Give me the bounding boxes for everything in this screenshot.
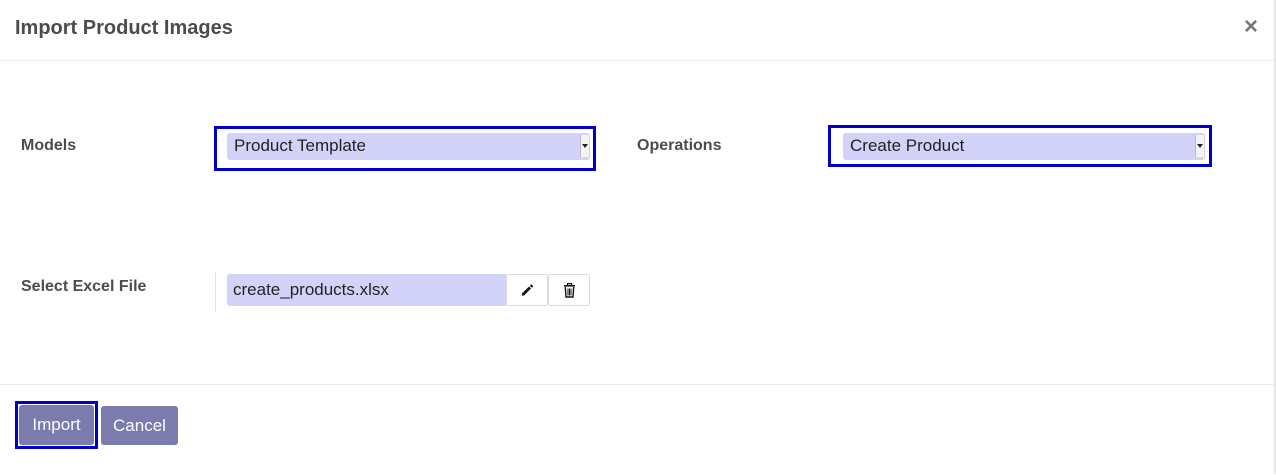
dialog-header: Import Product Images ×	[0, 0, 1274, 61]
cancel-button[interactable]: Cancel	[101, 406, 178, 445]
dialog-title: Import Product Images	[15, 17, 233, 39]
dropdown-arrow-icon	[580, 135, 589, 157]
import-button[interactable]: Import	[19, 405, 94, 445]
delete-file-button[interactable]	[548, 274, 590, 306]
operations-select[interactable]: Create Product	[843, 133, 1205, 160]
dropdown-arrow-icon	[1195, 135, 1204, 157]
pencil-icon	[522, 284, 534, 296]
edit-file-button[interactable]	[506, 274, 548, 306]
close-icon[interactable]: ×	[1244, 14, 1258, 40]
models-label: Models	[21, 137, 77, 154]
operations-select-value: Create Product	[850, 136, 965, 155]
excel-file-label: Select Excel File	[21, 278, 147, 295]
dialog-footer	[0, 384, 1274, 475]
import-product-images-dialog: Import Product Images × Models Product T…	[0, 0, 1274, 474]
excel-file-input[interactable]: create_products.xlsx	[227, 274, 506, 306]
field-divider	[215, 272, 216, 312]
trash-icon	[563, 282, 575, 298]
operations-label: Operations	[637, 137, 722, 154]
models-select[interactable]: Product Template	[227, 133, 590, 160]
models-select-value: Product Template	[234, 136, 366, 155]
